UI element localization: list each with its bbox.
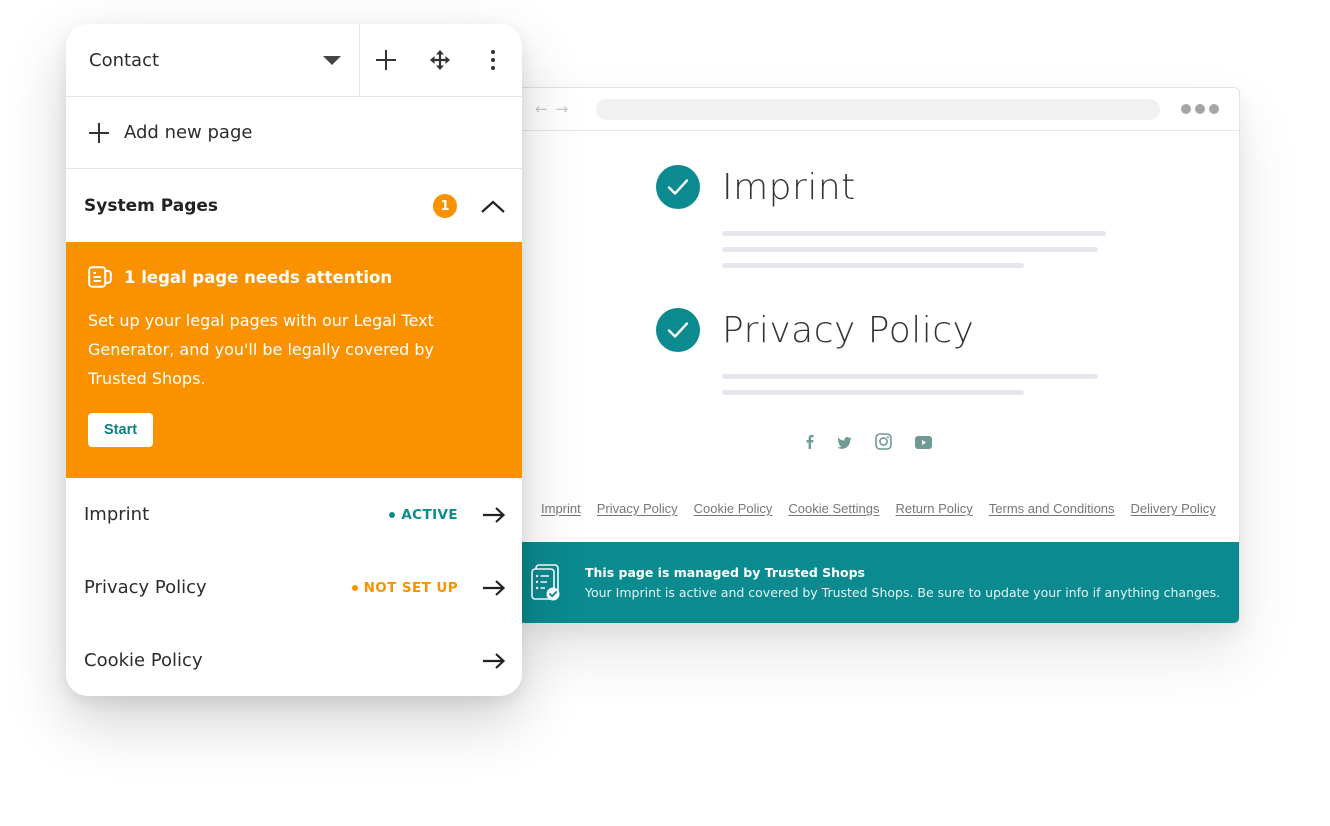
forward-arrow-icon[interactable]: → <box>556 99 569 119</box>
attention-description: Set up your legal pages with our Legal T… <box>88 311 434 388</box>
move-icon <box>430 50 450 70</box>
footer-link-return-policy[interactable]: Return Policy <box>895 501 972 516</box>
website-preview-window: ← → Imprint Privacy Policy Imprint Priva… <box>520 87 1240 624</box>
banner-title: This page is managed by Trusted Shops <box>585 565 865 580</box>
section-title: Privacy Policy <box>722 309 975 351</box>
check-circle-icon <box>656 308 700 352</box>
text-placeholder-line <box>722 263 1024 268</box>
move-button[interactable] <box>425 45 455 75</box>
system-pages-toggle[interactable]: System Pages 1 <box>66 170 522 242</box>
pages-panel: Contact Add new page System Pages 1 1 le… <box>66 24 522 696</box>
page-name: Imprint <box>84 504 150 525</box>
plus-icon <box>89 122 109 143</box>
arrow-right-icon <box>483 579 506 596</box>
document-check-icon <box>531 563 563 602</box>
caret-down-icon <box>323 55 341 65</box>
more-vertical-icon <box>491 50 495 70</box>
add-new-page-label: Add new page <box>124 122 253 143</box>
start-button[interactable]: Start <box>88 413 154 447</box>
privacy-policy-section: Privacy Policy <box>656 308 1098 395</box>
instagram-icon[interactable] <box>875 433 892 454</box>
arrow-right-icon <box>483 652 506 669</box>
status-dot-icon <box>389 511 396 518</box>
page-select-dropdown[interactable]: Contact <box>66 24 360 96</box>
add-new-page-button[interactable]: Add new page <box>66 97 522 169</box>
page-row-privacy-policy[interactable]: Privacy Policy NOT SET UP <box>66 551 522 624</box>
status-dot-icon <box>351 584 358 591</box>
page-row-cookie-policy[interactable]: Cookie Policy <box>66 624 522 696</box>
arrow-right-icon <box>483 506 506 523</box>
text-placeholder-line <box>722 374 1098 379</box>
more-options-button[interactable] <box>478 45 508 75</box>
footer-link-terms[interactable]: Terms and Conditions <box>989 501 1115 516</box>
managed-by-banner: This page is managed by Trusted Shops Yo… <box>521 542 1239 623</box>
status-badge: NOT SET UP <box>351 579 458 596</box>
attention-title: 1 legal page needs attention <box>124 267 393 287</box>
page-name: Privacy Policy <box>84 577 207 598</box>
check-circle-icon <box>656 165 700 209</box>
section-title: Imprint <box>722 166 856 208</box>
browser-toolbar: ← → <box>521 88 1239 131</box>
legal-attention-card: 1 legal page needs attention Set up your… <box>66 242 522 478</box>
social-links <box>805 433 932 454</box>
text-placeholder-line <box>722 231 1106 236</box>
footer-link-privacy-policy[interactable]: Privacy Policy <box>597 501 678 516</box>
imprint-section: Imprint <box>656 165 1106 268</box>
footer-links: Imprint Privacy Policy Cookie Policy Coo… <box>541 501 1216 516</box>
system-pages-label: System Pages <box>84 196 219 216</box>
youtube-icon[interactable] <box>915 434 932 453</box>
status-label: ACTIVE <box>401 506 458 523</box>
page-name: Cookie Policy <box>84 650 203 671</box>
plus-icon <box>376 50 396 70</box>
text-placeholder-line <box>722 390 1024 395</box>
facebook-icon[interactable] <box>805 434 814 453</box>
chevron-up-icon <box>481 200 505 213</box>
footer-link-cookie-settings[interactable]: Cookie Settings <box>788 501 879 516</box>
notification-badge: 1 <box>433 194 457 218</box>
back-arrow-icon[interactable]: ← <box>535 99 548 119</box>
legal-document-icon <box>88 266 112 288</box>
selected-page-label: Contact <box>89 49 160 71</box>
banner-text: Your Imprint is active and covered by Tr… <box>585 585 1221 600</box>
page-row-imprint[interactable]: Imprint ACTIVE <box>66 478 522 551</box>
footer-link-cookie-policy[interactable]: Cookie Policy <box>694 501 773 516</box>
text-placeholder-line <box>722 247 1098 252</box>
footer-link-delivery-policy[interactable]: Delivery Policy <box>1131 501 1216 516</box>
address-bar[interactable] <box>596 99 1160 120</box>
status-badge: ACTIVE <box>389 507 458 523</box>
browser-menu-icon[interactable] <box>1181 104 1219 114</box>
twitter-icon[interactable] <box>837 434 852 453</box>
panel-header: Contact <box>66 24 522 97</box>
add-button[interactable] <box>371 45 401 75</box>
status-label: NOT SET UP <box>363 579 458 596</box>
footer-link-imprint[interactable]: Imprint <box>541 501 581 516</box>
